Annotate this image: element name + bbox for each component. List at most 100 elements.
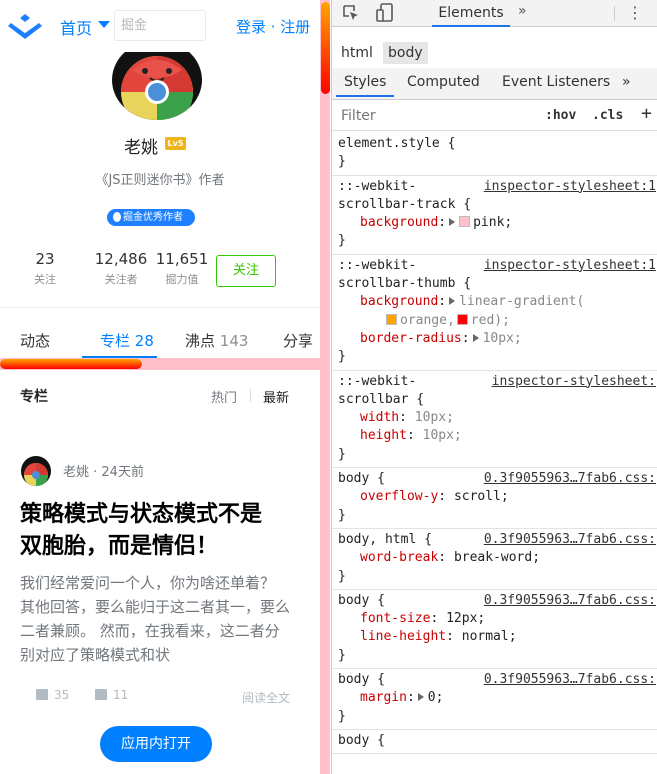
css-property[interactable]: width: 10px; [338, 409, 652, 427]
article-title[interactable]: 策略模式与状态模式不是双胞胎，而是情侣！ [20, 499, 282, 563]
rule-source-link[interactable]: 0.3f9055963…7fab6.css: [479, 591, 656, 611]
expand-triangle-icon[interactable] [449, 218, 456, 227]
section-title: 专栏 [20, 389, 48, 405]
property-name: font-size [360, 611, 431, 627]
tab-count: 28 [134, 332, 154, 350]
article-summary[interactable]: 我们经常爱问一个人，你为啥还单着？ 其他回答，要么能归于这二者其一，要么二者兼顾… [20, 571, 292, 667]
color-swatch[interactable] [459, 216, 471, 228]
more-tabs-icon[interactable]: » [518, 3, 527, 19]
expand-triangle-icon[interactable] [472, 333, 479, 342]
tab-styles[interactable]: Styles [336, 74, 395, 97]
stat-following[interactable]: 23 关注 [22, 250, 68, 287]
juejin-logo-icon[interactable] [6, 11, 44, 41]
horizontal-scrollbar-thumb[interactable] [0, 359, 142, 369]
more-subtabs-icon[interactable]: » [622, 74, 631, 90]
sort-new-link[interactable]: 最新 [263, 387, 289, 406]
devtools-panel: Elements » ⋮ html body Styles Computed E… [331, 0, 657, 774]
open-in-app-button[interactable]: 应用内打开 [100, 726, 212, 762]
property-name: width [360, 410, 400, 426]
breadcrumb-body[interactable]: body [383, 42, 428, 64]
css-property-continued[interactable]: orange, red); [338, 312, 652, 330]
tab-activity[interactable]: 动态 [20, 330, 50, 351]
login-register-link[interactable]: 登录 · 注册 [236, 16, 310, 37]
tab-share[interactable]: 分享 [283, 330, 313, 351]
tab-event-listeners[interactable]: Event Listeners [502, 74, 610, 90]
stat-label: 关注 [34, 273, 56, 286]
rule-close: } [338, 349, 346, 365]
tab-count: 143 [219, 332, 249, 350]
color-swatch[interactable] [386, 313, 397, 325]
rule-body-partial[interactable]: body { [332, 730, 657, 755]
tab-pins[interactable]: 沸点 143 [185, 330, 248, 351]
breadcrumb-html[interactable]: html [336, 42, 378, 64]
rule-source-link[interactable]: 0.3f9055963…7fab6.css: [479, 470, 656, 489]
devtools-toolbar: Elements » ⋮ [332, 0, 657, 27]
divider [250, 389, 251, 402]
search-input[interactable]: 掘金 [114, 10, 206, 41]
avatar[interactable] [112, 40, 202, 120]
property-value: scroll; [453, 489, 509, 505]
property-value: orange, [400, 312, 455, 328]
device-toolbar-icon[interactable] [376, 3, 394, 23]
like-count: 35 [54, 688, 70, 702]
css-property[interactable]: word-break: break-word; [338, 549, 652, 567]
rule-source-link[interactable]: 0.3f9055963…7fab6.css: [479, 671, 656, 690]
rule-scrollbar[interactable]: inspector-stylesheet: ::-webkit- scrollb… [332, 371, 657, 469]
css-property[interactable]: font-size: 12px; [338, 610, 652, 628]
hover-state-toggle[interactable]: :hov [545, 108, 576, 123]
breadcrumb: html body [332, 38, 657, 66]
stat-followers[interactable]: 12,486 关注者 [92, 250, 150, 287]
rule-source-link[interactable]: inspector-stylesheet: [487, 372, 656, 391]
stat-label: 掘力值 [165, 273, 199, 286]
home-nav-link[interactable]: 首页 [60, 15, 92, 39]
juejin-page: 首页 掘金 登录 · 注册 老姚 Lv5 《JS正则迷你书》作者 掘金优秀作者 … [0, 0, 320, 774]
level-badge: Lv5 [165, 137, 186, 150]
css-property[interactable]: background: linear-gradient( [338, 293, 652, 311]
tab-computed[interactable]: Computed [407, 74, 480, 90]
author-badge[interactable]: 掘金优秀作者 [107, 209, 195, 226]
rule-body-overflow[interactable]: 0.3f9055963…7fab6.css: body { overflow-y… [332, 468, 657, 529]
new-rule-icon[interactable]: + [641, 103, 652, 124]
rule-body-margin[interactable]: 0.3f9055963…7fab6.css: body { margin: 0; … [332, 669, 657, 730]
expand-triangle-icon[interactable] [449, 297, 456, 306]
comment-button[interactable]: 11 [95, 688, 128, 702]
property-name: line-height [360, 629, 447, 645]
author-avatar[interactable] [21, 456, 51, 486]
css-property[interactable]: background: pink; [338, 214, 652, 232]
class-toggle[interactable]: .cls [592, 108, 623, 123]
vertical-scrollbar-track[interactable] [320, 0, 330, 774]
follow-button[interactable]: 关注 [216, 255, 276, 287]
rule-source-link[interactable]: inspector-stylesheet:1 [479, 177, 656, 196]
expand-triangle-icon[interactable] [417, 693, 424, 702]
vertical-scrollbar-thumb[interactable] [321, 2, 330, 94]
css-property[interactable]: margin: 0; [338, 689, 652, 707]
css-property[interactable]: line-height: normal; [338, 628, 652, 646]
rule-element-style[interactable]: element.style { } [332, 133, 657, 176]
color-swatch[interactable] [456, 313, 468, 325]
sort-hot-link[interactable]: 热门 [211, 387, 237, 406]
user-bio: 《JS正则迷你书》作者 [95, 173, 225, 188]
rule-scrollbar-thumb[interactable]: inspector-stylesheet:1 ::-webkit- scroll… [332, 255, 657, 371]
username: 老姚 [124, 138, 158, 158]
css-property[interactable]: height: 10px; [338, 427, 652, 445]
rule-source-link[interactable]: 0.3f9055963…7fab6.css: [479, 530, 656, 550]
chevron-down-icon[interactable] [98, 21, 110, 28]
read-more-link[interactable]: 阅读全文 [242, 689, 290, 706]
style-rules: element.style { } inspector-stylesheet:1… [332, 133, 657, 755]
tab-label: 分享 [283, 332, 314, 350]
inspect-element-icon[interactable] [342, 4, 360, 22]
tab-elements[interactable]: Elements [432, 0, 510, 27]
kebab-menu-icon[interactable]: ⋮ [627, 3, 643, 22]
rule-scrollbar-track[interactable]: inspector-stylesheet:1 ::-webkit- scroll… [332, 176, 657, 255]
css-property[interactable]: overflow-y: scroll; [338, 488, 652, 506]
styles-filter-input[interactable]: Filter [334, 104, 532, 128]
css-property[interactable]: border-radius: 10px; [338, 330, 652, 348]
like-button[interactable]: 35 [36, 688, 69, 702]
property-value: 0; [427, 690, 444, 706]
rule-source-link[interactable]: inspector-stylesheet:1 [479, 256, 656, 276]
rule-body-font[interactable]: 0.3f9055963…7fab6.css: body { font-size:… [332, 590, 657, 670]
property-name: background [360, 294, 439, 310]
tab-columns[interactable]: 专栏 28 [100, 330, 154, 351]
stat-number: 12,486 [94, 250, 148, 268]
rule-body-html[interactable]: 0.3f9055963…7fab6.css: body, html { word… [332, 529, 657, 590]
